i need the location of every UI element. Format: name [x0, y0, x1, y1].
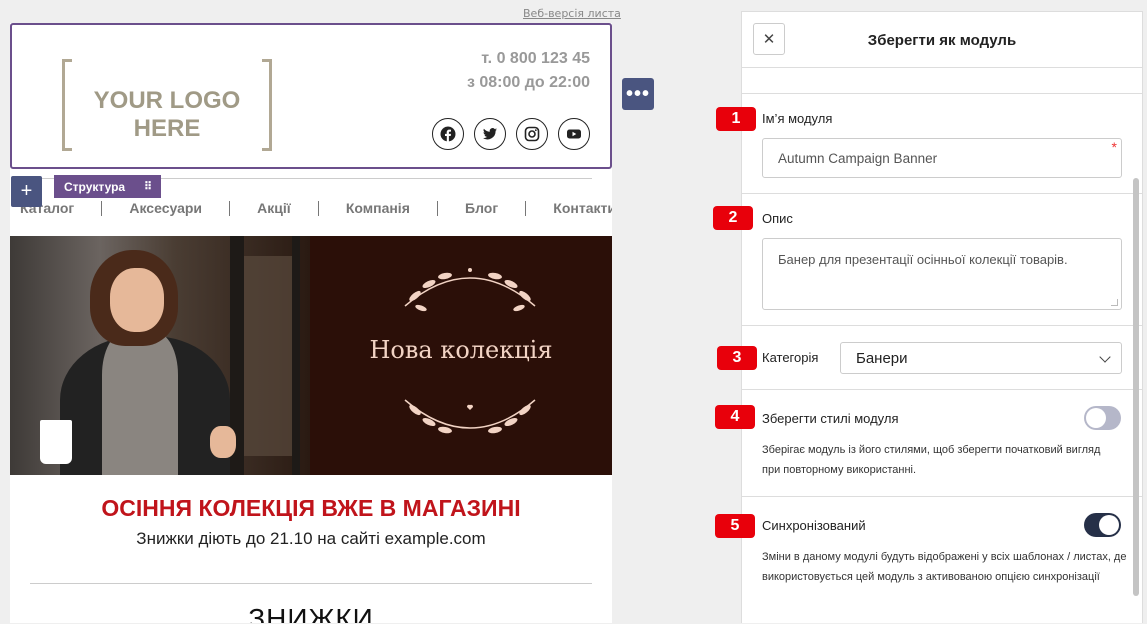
module-name-label: Ім’я модуля — [762, 111, 833, 126]
discounts-heading: ЗНИЖКИ — [248, 603, 374, 623]
description-value: Банер для презентації осінньої колекції … — [778, 252, 1068, 267]
panel-spacer — [742, 68, 1142, 94]
synced-help: Зміни в даному модулі будуть відображені… — [762, 551, 1127, 583]
headline: ОСІННЯ КОЛЕКЦІЯ ВЖЕ В МАГАЗИНІ — [101, 495, 521, 521]
logo-placeholder[interactable]: YOUR LOGO HERE — [62, 59, 272, 151]
phone-number: т. 0 800 123 45 — [481, 50, 590, 67]
toggle-knob — [1086, 408, 1106, 428]
facebook-icon[interactable] — [432, 118, 464, 150]
step-badge-3: 3 — [717, 346, 757, 370]
nav-item-sales[interactable]: Акції — [257, 200, 291, 216]
synced-toggle[interactable] — [1084, 513, 1121, 537]
synced-section: 5 Синхронізований Зміни в даному модулі … — [715, 497, 1142, 624]
working-hours: з 08:00 до 22:00 — [466, 74, 590, 91]
category-select[interactable]: Банери — [840, 342, 1122, 374]
panel-scrollbar[interactable] — [1133, 178, 1139, 596]
social-icons — [432, 118, 590, 150]
nav-item-company[interactable]: Компанія — [346, 200, 410, 216]
wreath-top-icon — [404, 268, 536, 312]
save-styles-section: 4 Зберегти стилі модуля Зберігає модуль … — [715, 390, 1142, 497]
nav-separator — [525, 200, 527, 216]
step-badge-5: 5 — [715, 514, 755, 538]
required-marker: * — [1111, 139, 1117, 155]
banner-image[interactable]: Нова колекція — [10, 236, 612, 475]
description-textarea[interactable]: Банер для презентації осінньої колекції … — [762, 238, 1122, 310]
subheadline: Знижки діють до 21.10 на сайті example.c… — [136, 529, 486, 548]
more-options-button[interactable]: ••• — [622, 78, 654, 110]
category-value: Банери — [856, 349, 908, 367]
save-styles-help: Зберігає модуль із його стилями, щоб збе… — [762, 444, 1101, 476]
model-sweater — [102, 332, 178, 475]
save-styles-label: Зберегти стилі модуля — [762, 411, 899, 426]
module-name-section: 1 Ім’я модуля Autumn Campaign Banner * — [716, 94, 1142, 194]
nav-separator — [101, 200, 103, 216]
structure-tag[interactable]: Структура ⠿ — [54, 175, 161, 198]
youtube-icon[interactable] — [558, 118, 590, 150]
contact-block: т. 0 800 123 45 з 08:00 до 22:00 — [467, 47, 590, 95]
wreath-bottom-icon — [404, 399, 536, 434]
nav-menu: Каталог Аксесуари Акції Компанія Блог Ко… — [20, 200, 612, 216]
banner-title: Нова колекція — [369, 336, 553, 364]
structure-label: Структура — [64, 179, 126, 194]
nav-item-blog[interactable]: Блог — [465, 200, 498, 216]
category-section: 3 Категорія Банери — [717, 326, 1142, 390]
nav-separator — [229, 200, 231, 216]
resize-handle-icon[interactable] — [1111, 299, 1118, 306]
model-face — [110, 268, 164, 332]
module-name-value: Autumn Campaign Banner — [778, 150, 938, 166]
description-section: 2 Опис Банер для презентації осінньої ко… — [713, 194, 1142, 326]
email-body: YOUR LOGO HERE т. 0 800 123 45 з 08:00 д… — [10, 23, 612, 623]
nav-separator — [317, 200, 319, 216]
coffee-cup — [40, 420, 72, 464]
save-module-panel: ✕ Зберегти як модуль 1 Ім’я модуля Autum… — [713, 11, 1143, 624]
logo-text: YOUR LOGO HERE — [93, 87, 241, 142]
nav-separator — [436, 200, 438, 216]
drag-handle-icon[interactable]: ⠿ — [144, 180, 152, 193]
instagram-icon[interactable] — [516, 118, 548, 150]
chevron-down-icon — [1099, 351, 1111, 363]
synced-label: Синхронізований — [762, 518, 866, 533]
category-label: Категорія — [762, 350, 819, 365]
email-canvas: Веб-версія листа YOUR LOGO HERE т. 0 800… — [0, 0, 740, 623]
step-badge-1: 1 — [716, 107, 756, 131]
model-hand — [210, 426, 236, 458]
door-frame — [292, 236, 300, 475]
content-divider — [30, 583, 592, 584]
door-glass — [244, 256, 292, 456]
step-badge-4: 4 — [715, 405, 755, 429]
toggle-knob — [1099, 515, 1119, 535]
web-version-link[interactable]: Веб-версія листа — [523, 7, 621, 20]
step-badge-2: 2 — [713, 206, 753, 230]
nav-item-contacts[interactable]: Контакти — [553, 200, 612, 216]
twitter-icon[interactable] — [474, 118, 506, 150]
module-name-input[interactable]: Autumn Campaign Banner * — [762, 138, 1122, 178]
add-module-button[interactable]: + — [11, 176, 42, 207]
panel-header: ✕ Зберегти як модуль — [742, 12, 1142, 68]
save-styles-toggle[interactable] — [1084, 406, 1121, 430]
nav-item-accessories[interactable]: Аксесуари — [129, 200, 202, 216]
panel-title: Зберегти як модуль — [867, 32, 1017, 49]
header-module-selected[interactable]: YOUR LOGO HERE т. 0 800 123 45 з 08:00 д… — [10, 23, 612, 169]
description-label: Опис — [762, 211, 793, 226]
